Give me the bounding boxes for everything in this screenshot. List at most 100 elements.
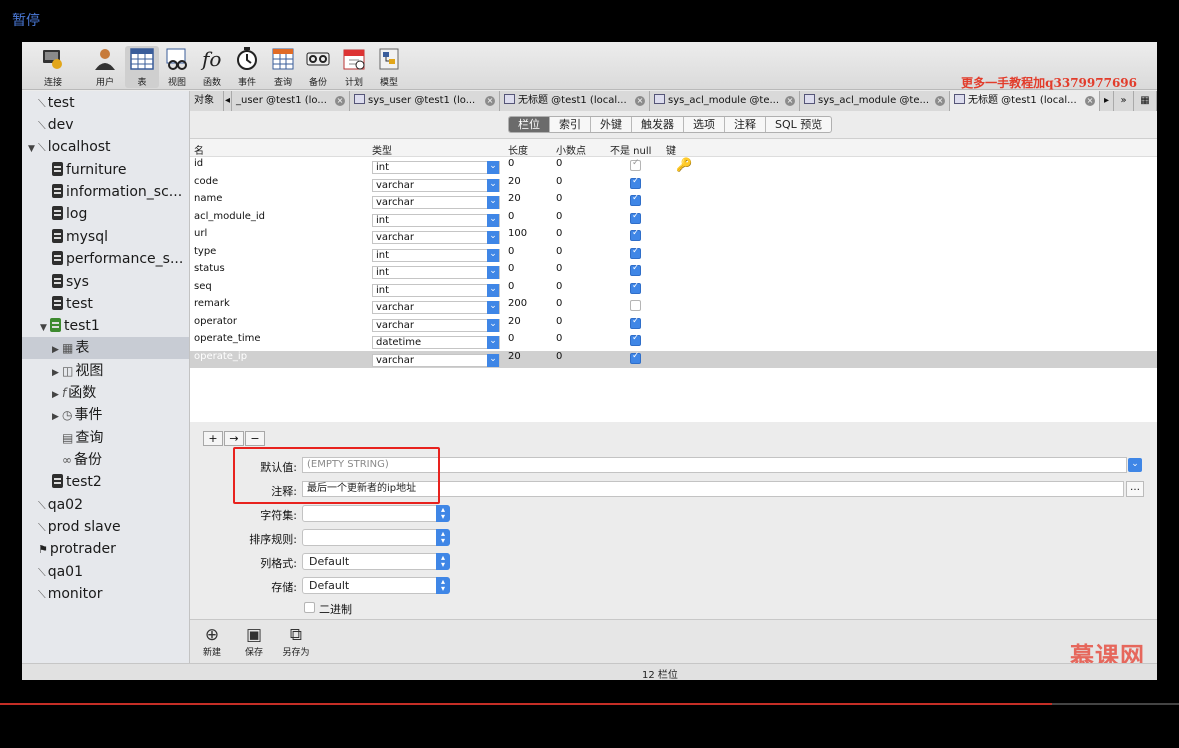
table-row[interactable]: name varchar 20 0 [190,193,1157,211]
sidebar-item-furniture[interactable]: furniture [22,159,189,181]
insert-field-button[interactable]: → [224,431,244,446]
field-name-cell[interactable]: id [194,158,203,169]
segment-options[interactable]: 选项 [684,117,725,132]
sidebar-item-test-connection[interactable]: ⟍ test [22,92,189,114]
close-icon[interactable]: × [335,96,345,106]
not-null-checkbox[interactable] [630,351,641,364]
field-decimals-cell[interactable]: 0 [556,281,562,292]
field-decimals-cell[interactable]: 0 [556,263,562,274]
segment-indexes[interactable]: 索引 [550,117,591,132]
tab-objects[interactable]: 对象 [190,91,224,111]
tab-scroll-right[interactable]: ▸ [1100,91,1114,111]
tab-scroll-left[interactable]: ◂ [224,91,232,111]
close-icon[interactable]: × [935,96,945,106]
field-length-cell[interactable]: 200 [508,298,527,309]
not-null-checkbox[interactable] [630,211,641,224]
field-decimals-cell[interactable]: 0 [556,316,562,327]
sidebar-item-events[interactable]: ▶ ◷ 事件 [22,404,189,426]
field-type-select[interactable]: varchar [372,301,500,314]
sidebar-item-protrader[interactable]: ⚑ protrader [22,538,189,560]
field-name-cell[interactable]: remark [194,298,230,309]
not-null-checkbox[interactable] [630,281,641,294]
field-name-cell[interactable]: operate_time [194,333,261,344]
column-header-key[interactable]: 键 [666,142,676,157]
field-decimals-cell[interactable]: 0 [556,351,562,362]
field-length-cell[interactable]: 0 [508,211,514,222]
binary-checkbox[interactable] [304,602,315,613]
tab-untitled-active[interactable]: 无标题 @test1 (local... × [950,91,1100,111]
field-type-select[interactable]: varchar [372,318,500,332]
sidebar-item-performance-schema[interactable]: performance_s... [22,248,189,270]
not-null-checkbox[interactable] [630,300,641,311]
column-format-select[interactable]: Default ▴ ▾ [302,553,450,570]
segment-triggers[interactable]: 触发器 [632,117,684,132]
sidebar-item-qa02[interactable]: ⟍ qa02 [22,494,189,516]
table-row[interactable]: id int 0 0 🔑 [190,158,1157,176]
not-null-checkbox[interactable] [630,193,641,206]
field-name-cell[interactable]: acl_module_id [194,211,265,222]
toolbar-model-button[interactable]: 模型 [372,46,406,88]
segment-foreign-keys[interactable]: 外键 [591,117,632,132]
video-progress-bar[interactable] [0,703,1052,705]
close-icon[interactable]: × [1085,96,1095,106]
toolbar-function-button[interactable]: fo 函数 [195,46,229,88]
field-name-cell[interactable]: operate_ip [194,351,247,362]
expand-triangle-icon[interactable]: ▶ [52,339,62,359]
field-length-cell[interactable]: 20 [508,193,521,204]
toolbar-backup-button[interactable]: 备份 [301,46,335,88]
comment-expand-button[interactable]: … [1126,481,1144,497]
toolbar-query-button[interactable]: 查询 [266,46,300,88]
storage-select[interactable]: Default ▴ ▾ [302,577,450,594]
field-length-cell[interactable]: 0 [508,246,514,257]
field-name-cell[interactable]: status [194,263,225,274]
new-button[interactable]: ⊕ 新建 [194,626,230,658]
sidebar-item-prod-slave[interactable]: ⟍ prod slave [22,516,189,538]
sidebar-item-functions[interactable]: ▶ f 函数 [22,382,189,404]
tab-sys-acl-module-1[interactable]: sys_acl_module @te... × [650,91,800,111]
charset-select[interactable]: ▴ ▾ [302,505,450,522]
tab-untitled-1[interactable]: 无标题 @test1 (local... × [500,91,650,111]
field-type-select[interactable]: varchar [372,196,500,209]
close-icon[interactable]: × [635,96,645,106]
not-null-checkbox[interactable] [630,228,641,241]
collation-select[interactable]: ▴ ▾ [302,529,450,546]
remove-field-button[interactable]: − [245,431,265,446]
field-type-select[interactable]: int [372,266,500,279]
column-header-not-null[interactable]: 不是 null [610,142,651,157]
table-row[interactable]: type int 0 0 [190,246,1157,264]
not-null-checkbox[interactable] [630,158,641,171]
save-as-button[interactable]: ⧉ 另存为 [278,626,314,658]
not-null-checkbox[interactable] [630,263,641,276]
expand-triangle-icon[interactable]: ▶ [52,384,62,404]
field-length-cell[interactable]: 20 [508,176,521,187]
field-decimals-cell[interactable]: 0 [556,176,562,187]
expand-triangle-icon[interactable]: ▶ [52,406,62,426]
sidebar-item-monitor[interactable]: ⟍ monitor [22,583,189,605]
column-header-type[interactable]: 类型 [372,142,392,157]
field-name-cell[interactable]: seq [194,281,212,292]
table-row[interactable]: seq int 0 0 [190,281,1157,299]
field-length-cell[interactable]: 100 [508,228,527,239]
sidebar-item-test1[interactable]: ▼ test1 [22,315,189,337]
table-row[interactable]: remark varchar 200 0 [190,298,1157,316]
table-row[interactable]: operate_time datetime 0 0 [190,333,1157,351]
add-field-button[interactable]: + [203,431,223,446]
close-icon[interactable]: × [485,96,495,106]
field-length-cell[interactable]: 0 [508,158,514,169]
not-null-checkbox[interactable] [630,246,641,259]
field-type-select[interactable]: int [372,213,500,227]
field-name-cell[interactable]: url [194,228,207,239]
default-value-dropdown-button[interactable]: ⌄ [1128,458,1142,472]
toolbar-connection-button[interactable]: 连接 [36,46,70,88]
field-type-select[interactable]: varchar [372,353,500,367]
field-decimals-cell[interactable]: 0 [556,298,562,309]
column-header-name[interactable]: 名 [194,142,204,157]
sidebar-item-tables[interactable]: ▶ ▦ 表 [22,337,189,359]
toolbar-event-button[interactable]: 事件 [230,46,264,88]
column-header-decimals[interactable]: 小数点 [556,142,586,157]
field-type-select[interactable]: int [372,248,500,262]
sidebar-item-backups[interactable]: ∞ 备份 [22,449,189,471]
field-decimals-cell[interactable]: 0 [556,228,562,239]
toolbar-view-button[interactable]: 视图 [160,46,194,88]
expand-triangle-icon[interactable]: ▼ [28,138,38,158]
